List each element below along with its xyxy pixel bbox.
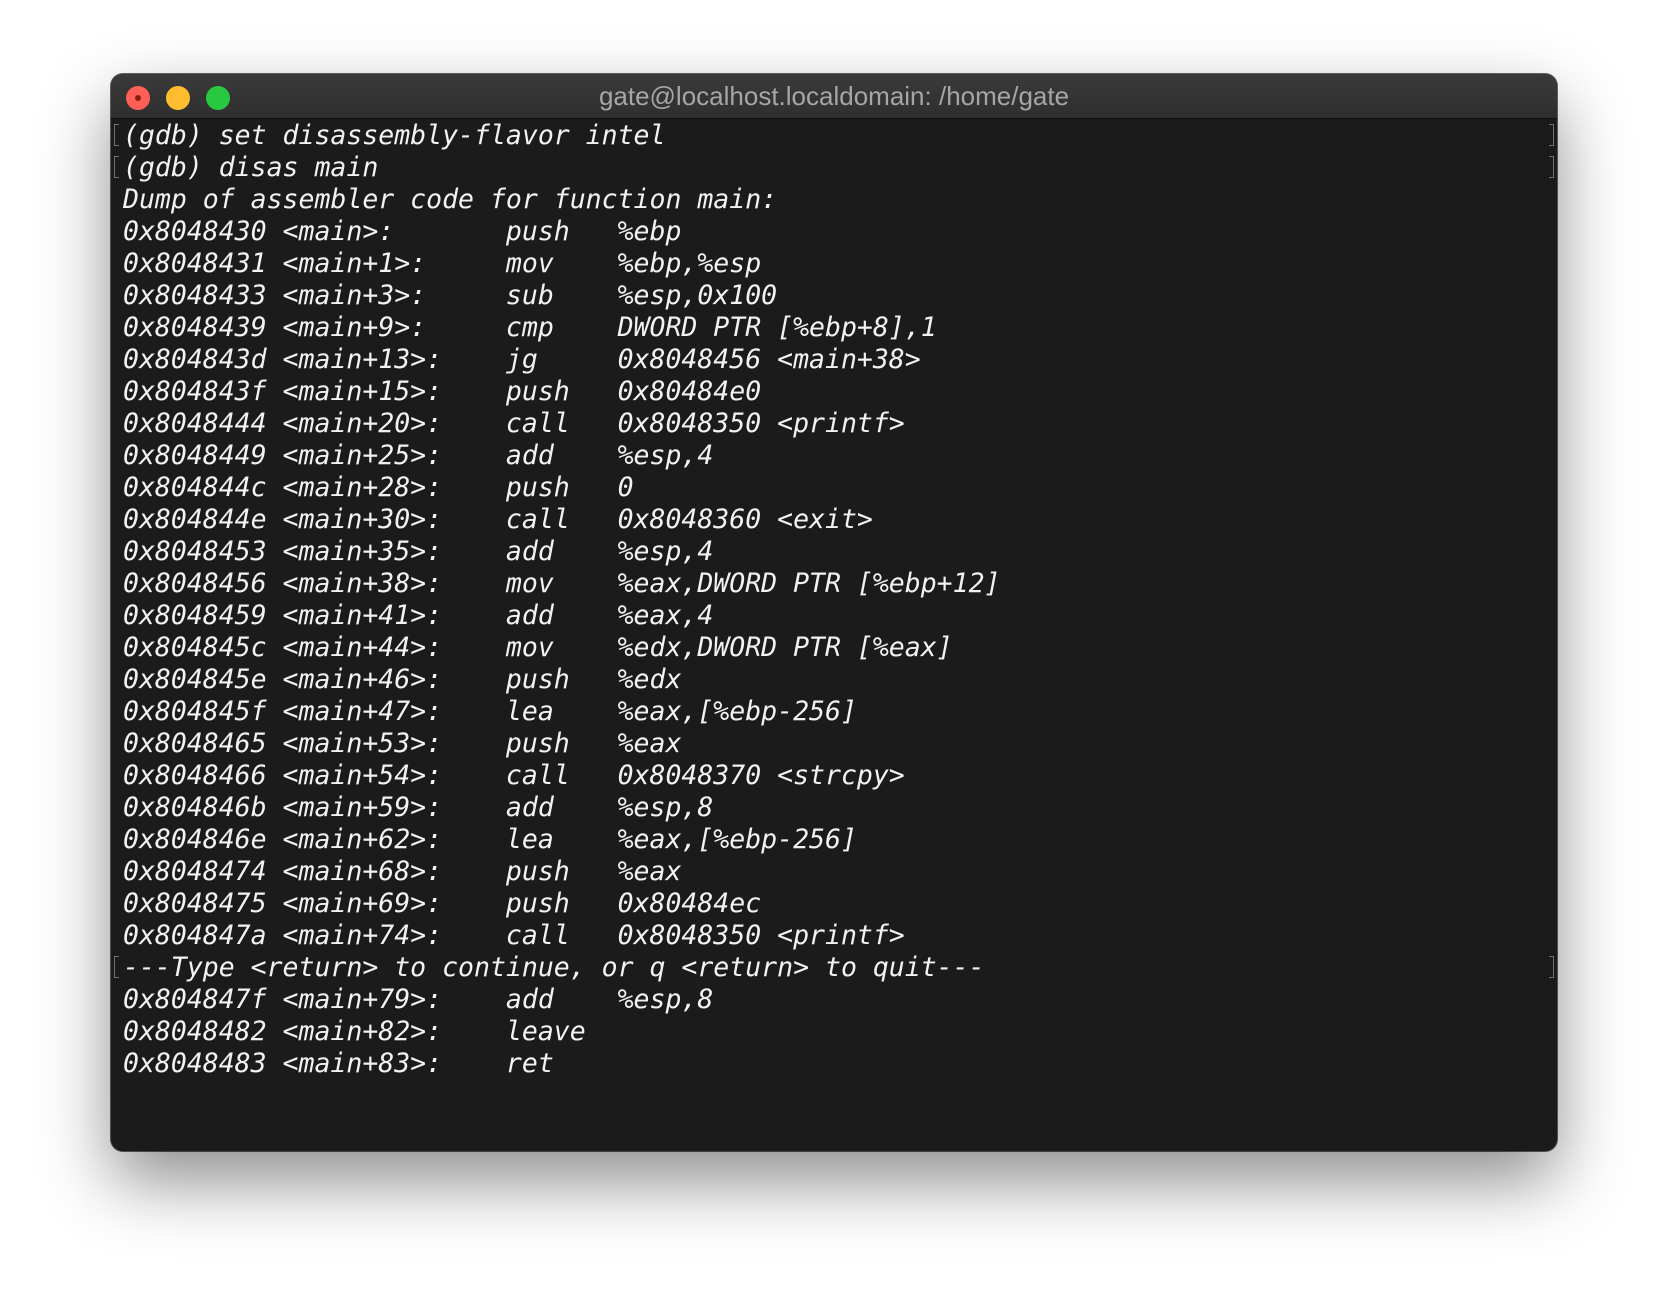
assembly-line: 0x8048465 <main+53>: push %eax — [123, 728, 682, 759]
marked-line-left-bracket — [114, 156, 119, 178]
assembly-line: 0x8048433 <main+3>: sub %esp,0x100 — [123, 280, 778, 311]
gdb-command-line: (gdb) set disassembly-flavor intel — [123, 120, 666, 151]
marked-line-left-bracket — [114, 124, 119, 146]
assembly-line: 0x8048449 <main+25>: add %esp,4 — [123, 440, 714, 471]
desktop-background: gate@localhost.localdomain: /home/gate (… — [0, 0, 1668, 1300]
assembly-line: 0x804846b <main+59>: add %esp,8 — [123, 792, 714, 823]
marked-line-left-bracket — [114, 956, 119, 978]
assembly-line: 0x8048475 <main+69>: push 0x80484ec — [123, 888, 762, 919]
pager-prompt-line: ---Type <return> to continue, or q <retu… — [123, 952, 985, 983]
assembly-line: 0x804843d <main+13>: jg 0x8048456 <main+… — [123, 344, 921, 375]
dump-header-line: Dump of assembler code for function main… — [123, 184, 778, 215]
assembly-line: 0x804844c <main+28>: push 0 — [123, 472, 634, 503]
assembly-line: 0x804847a <main+74>: call 0x8048350 <pri… — [123, 920, 905, 951]
window-title: gate@localhost.localdomain: /home/gate — [598, 81, 1070, 111]
marked-line-right-bracket — [1549, 956, 1554, 978]
assembly-line: 0x804846e <main+62>: lea %eax,[%ebp-256] — [123, 824, 857, 855]
assembly-line: 0x8048483 <main+83>: ret — [123, 1048, 554, 1079]
assembly-line: 0x804844e <main+30>: call 0x8048360 <exi… — [123, 504, 873, 535]
title-bar[interactable]: gate@localhost.localdomain: /home/gate — [111, 74, 1557, 119]
assembly-line: 0x804845e <main+46>: push %edx — [123, 664, 682, 695]
assembly-line: 0x8048482 <main+82>: leave — [123, 1016, 586, 1047]
assembly-line: 0x804843f <main+15>: push 0x80484e0 — [123, 376, 762, 407]
assembly-line: 0x8048430 <main>: push %ebp — [123, 216, 682, 247]
assembly-line: 0x8048456 <main+38>: mov %eax,DWORD PTR … — [123, 568, 1001, 599]
assembly-line: 0x8048459 <main+41>: add %eax,4 — [123, 600, 714, 631]
assembly-line: 0x8048453 <main+35>: add %esp,4 — [123, 536, 714, 567]
gdb-command-line: (gdb) disas main — [123, 152, 379, 183]
assembly-line: 0x8048439 <main+9>: cmp DWORD PTR [%ebp+… — [123, 312, 937, 343]
marked-line-right-bracket — [1549, 156, 1554, 178]
terminal-output[interactable]: (gdb) set disassembly-flavor intel (gdb)… — [111, 119, 1557, 1151]
assembly-line: 0x8048431 <main+1>: mov %ebp,%esp — [123, 248, 762, 279]
marked-line-right-bracket — [1549, 124, 1554, 146]
assembly-line: 0x8048474 <main+68>: push %eax — [123, 856, 682, 887]
assembly-line: 0x8048466 <main+54>: call 0x8048370 <str… — [123, 760, 905, 791]
terminal-window[interactable]: gate@localhost.localdomain: /home/gate (… — [111, 74, 1557, 1151]
assembly-line: 0x8048444 <main+20>: call 0x8048350 <pri… — [123, 408, 905, 439]
assembly-line: 0x804845c <main+44>: mov %edx,DWORD PTR … — [123, 632, 953, 663]
assembly-line: 0x804847f <main+79>: add %esp,8 — [123, 984, 714, 1015]
assembly-line: 0x804845f <main+47>: lea %eax,[%ebp-256] — [123, 696, 857, 727]
